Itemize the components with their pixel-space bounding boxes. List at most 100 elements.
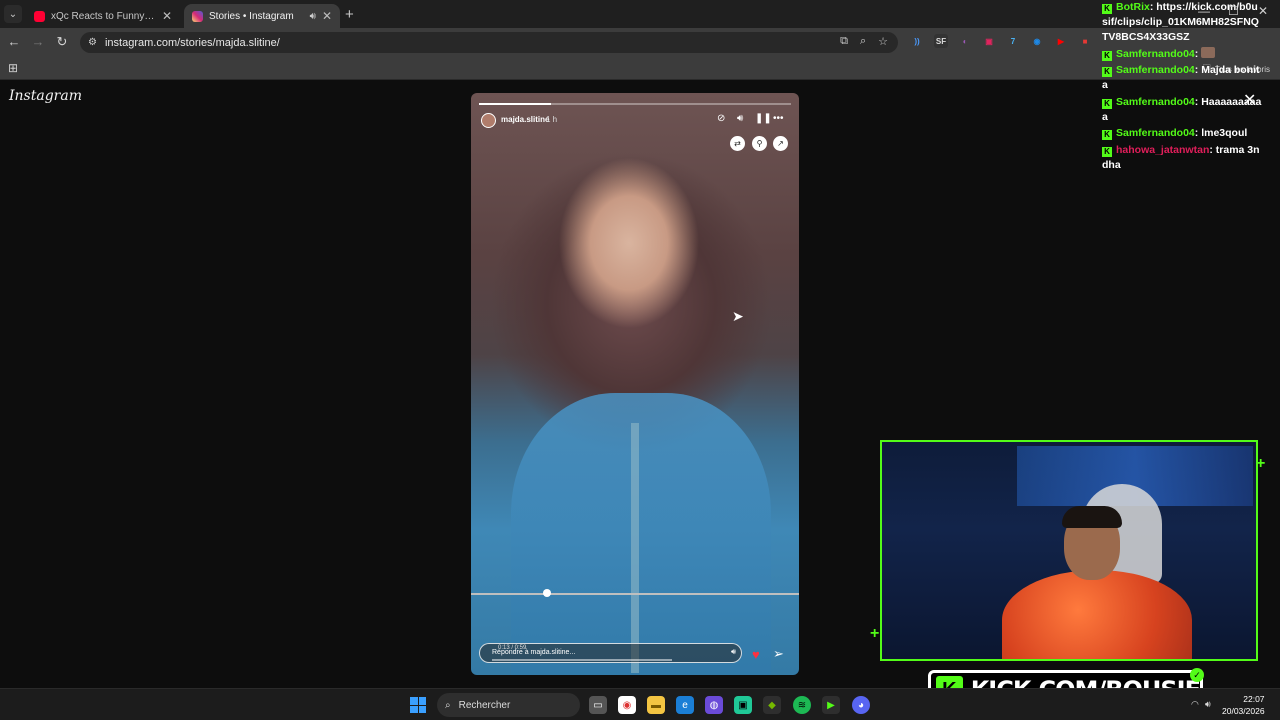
kick-badge-icon: K	[1102, 50, 1112, 61]
story-viewer[interactable]: majda.slitine 1 h ⊘ 🔊︎ ❚❚ ••• ⇄ ⚲ ↗ 0:13…	[471, 93, 799, 675]
taskbar-clock[interactable]: 22:07 20/03/2026	[1222, 693, 1265, 717]
mouse-cursor-icon: ➤	[732, 308, 744, 324]
story-image-detail	[631, 423, 639, 673]
kick-badge-icon: K	[1102, 67, 1112, 77]
chat-message: K Samfernando04:	[1102, 46, 1262, 62]
search-icon: ⌕	[445, 699, 451, 711]
apps-grid-icon[interactable]: ⊞	[8, 61, 18, 75]
chat-message: K Samfernando04: lme3qoul	[1102, 126, 1262, 141]
youtube-icon	[34, 10, 45, 22]
close-tab-icon[interactable]: ✕	[162, 9, 172, 23]
reload-icon[interactable]: ↻	[54, 34, 70, 50]
spotify-icon[interactable]: ≋	[793, 696, 811, 714]
close-tab-icon[interactable]: ✕	[322, 9, 332, 23]
kick-app-icon[interactable]: ▶	[822, 696, 840, 714]
webcam-streamer-body	[1002, 570, 1192, 659]
chat-message: Khahowa_jatanwtan: trama 3ndha	[1102, 143, 1260, 171]
extension-icon[interactable]: ■	[1078, 34, 1092, 48]
bookmark-bar: ⊞ 🗀︎ Tous les favoris	[0, 56, 1280, 80]
clock-date: 20/03/2026	[1222, 706, 1265, 716]
clock-time: 22:07	[1243, 694, 1265, 704]
repost-icon[interactable]: ⇄	[730, 136, 745, 151]
reply-placeholder: Répondre à majda.slitine...	[492, 649, 576, 656]
site-info-icon[interactable]: ⚙︎	[88, 37, 97, 48]
verified-check-icon: ✓	[1190, 668, 1204, 682]
instagram-logo[interactable]: Instagram	[9, 88, 82, 104]
speaker-icon[interactable]: 🔊︎	[731, 647, 736, 657]
story-progress-fill	[479, 103, 551, 105]
kick-badge-icon: K	[1102, 98, 1112, 109]
maximize-icon[interactable]: ☐	[1228, 4, 1239, 18]
speaker-icon[interactable]: 🔊︎	[310, 11, 316, 22]
like-heart-icon[interactable]: ♥	[752, 647, 760, 662]
app-icon[interactable]: ▣	[734, 696, 752, 714]
stream-chat-overlay: K BotRix: https://kick.com/b0usif/clips/c…	[1102, 0, 1262, 174]
discord-icon[interactable]: ◕	[852, 696, 870, 714]
extension-icon[interactable]: ))	[910, 34, 924, 48]
webcam-overlay	[880, 440, 1258, 661]
taskbar-search[interactable]: ⌕ Rechercher	[437, 693, 580, 717]
windows-taskbar: ⌕ Rechercher ▭ ◉ ▬ e ◍ ▣ ◆ ≋ ▶ ◕ ◠ 🔊︎ 22…	[0, 688, 1280, 720]
emote-icon	[1201, 46, 1216, 58]
tab-title: xQc Reacts to Funny TikToks fo	[51, 10, 156, 22]
plus-decoration-icon: +	[870, 625, 880, 642]
file-explorer-icon[interactable]: ▬	[647, 696, 665, 714]
reply-seek-bar[interactable]	[492, 659, 672, 661]
extension-icon[interactable]: ◉	[1030, 34, 1044, 48]
back-icon[interactable]: ←	[6, 34, 22, 49]
windows-start-icon[interactable]	[410, 697, 426, 713]
story-age: 1 h	[546, 115, 558, 124]
chevron-down-icon: ⌄	[8, 8, 18, 20]
chrome-icon[interactable]: ◉	[618, 696, 636, 714]
network-icon[interactable]: ◠	[1191, 699, 1199, 710]
new-tab-button[interactable]: +	[345, 6, 354, 23]
avatar[interactable]	[481, 113, 496, 128]
chat-message: K Samfernando04: Majda bonita	[1102, 64, 1260, 91]
pause-icon[interactable]: ❚❚	[755, 113, 772, 124]
url-text: instagram.com/stories/majda.slitine/	[104, 36, 280, 49]
extension-icon[interactable]: ▶	[1054, 34, 1068, 48]
app-icon[interactable]: ◍	[705, 696, 723, 714]
tab-title: Stories • Instagram	[209, 10, 294, 22]
webcam-streamer-hair	[1062, 506, 1122, 528]
address-bar[interactable]: ⚙︎ instagram.com/stories/majda.slitine/ …	[80, 32, 898, 53]
instagram-icon	[192, 10, 203, 22]
search-placeholder: Rechercher	[458, 699, 511, 711]
extension-icon[interactable]: ▣	[982, 34, 996, 48]
window-close-icon[interactable]: ✕	[1258, 4, 1268, 18]
more-options-icon[interactable]: •••	[773, 113, 784, 124]
kick-badge-icon: K	[1102, 130, 1112, 140]
pin-icon[interactable]: ⚲	[752, 136, 767, 151]
browser-toolbar: ← → ↻ ⚙︎ instagram.com/stories/majda.sli…	[0, 28, 1280, 56]
bookmark-star-icon[interactable]: ☆	[878, 35, 888, 48]
story-scrubber-track[interactable]	[471, 593, 799, 595]
kick-badge-icon: K	[1102, 4, 1112, 14]
share-icon[interactable]: ↗	[773, 136, 788, 151]
edge-icon[interactable]: e	[676, 696, 694, 714]
tab-search-button[interactable]: ⌄	[4, 5, 22, 23]
chat-message: K Samfernando04: Haaaaaaaaaa	[1102, 95, 1262, 123]
forward-icon[interactable]: →	[30, 34, 46, 49]
extension-icon[interactable]: 7	[1006, 34, 1020, 48]
reply-input[interactable]: 0:13 / 0:59 Répondre à majda.slitine... …	[479, 643, 742, 663]
tab-instagram[interactable]: Stories • Instagram 🔊︎ ✕	[184, 4, 340, 28]
zoom-icon[interactable]: ⌕	[860, 35, 866, 48]
tab-youtube[interactable]: xQc Reacts to Funny TikToks fo ✕	[26, 4, 180, 28]
close-icon[interactable]: ✕	[1243, 90, 1256, 110]
volume-icon[interactable]: 🔊︎	[737, 113, 743, 124]
plus-decoration-icon: +	[1256, 455, 1266, 472]
kick-badge-icon: K	[1102, 146, 1112, 157]
story-image-shirt	[511, 393, 771, 675]
tab-strip: ⌄ xQc Reacts to Funny TikToks fo ✕ Stori…	[0, 0, 1280, 28]
minimize-icon[interactable]: —	[1198, 4, 1210, 18]
volume-tray-icon[interactable]: 🔊︎	[1205, 699, 1211, 710]
task-view-icon[interactable]: ▭	[589, 696, 607, 714]
extension-icon[interactable]: ◐	[958, 34, 972, 48]
cast-icon[interactable]: ⧉	[840, 35, 848, 48]
send-icon[interactable]: ➢	[773, 646, 784, 662]
story-scrubber-handle[interactable]	[543, 589, 551, 597]
captions-off-icon[interactable]: ⊘	[717, 113, 725, 124]
story-username[interactable]: majda.slitine	[501, 115, 549, 124]
nvidia-icon[interactable]: ◆	[763, 696, 781, 714]
extension-icon[interactable]: SF	[934, 34, 948, 48]
